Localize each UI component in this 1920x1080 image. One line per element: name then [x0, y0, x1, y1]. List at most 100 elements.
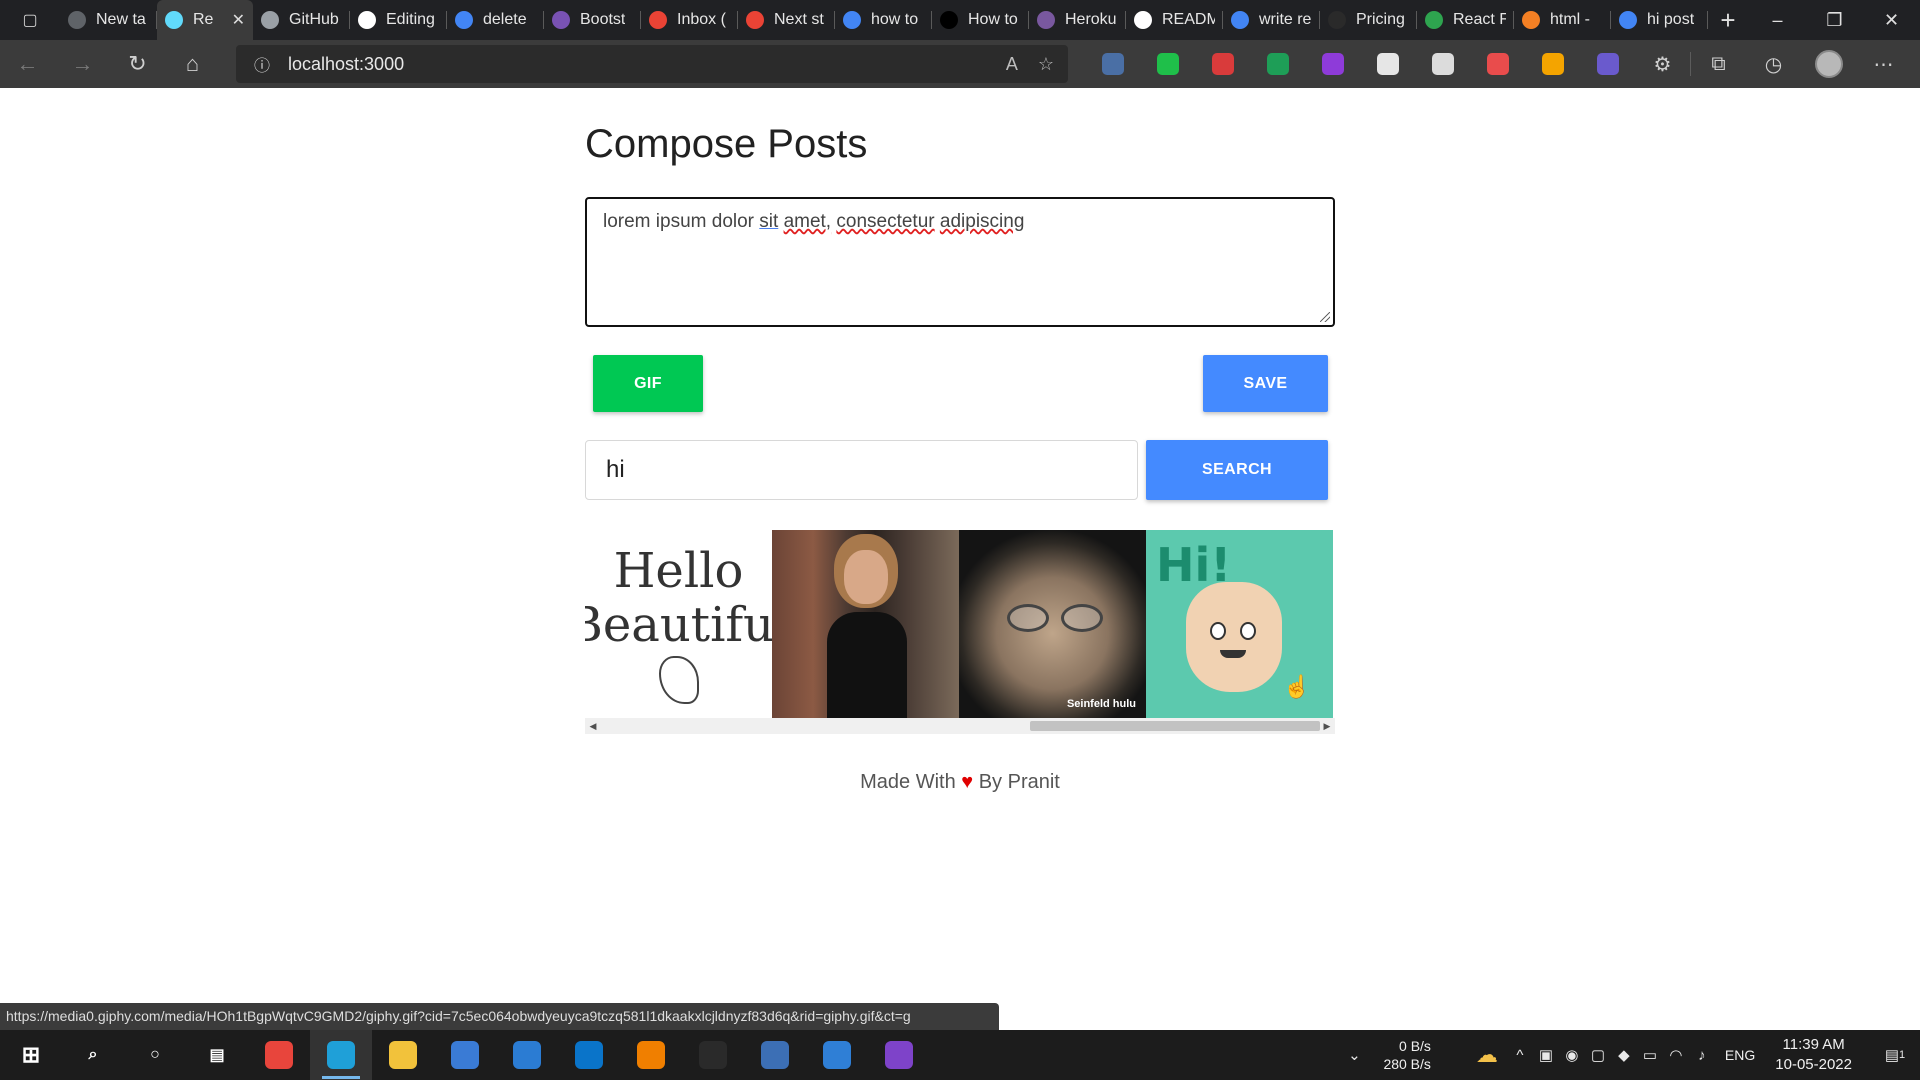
extensions-puzzle-icon[interactable]: ⚙ [1635, 40, 1690, 88]
minimize-icon[interactable]: – [1749, 0, 1806, 40]
color-tray-icon[interactable]: ◆ [1611, 1046, 1637, 1064]
home-icon[interactable]: ⌂ [165, 40, 220, 88]
profile-avatar[interactable] [1801, 40, 1856, 88]
browser-tab[interactable]: Editing [350, 0, 447, 40]
gif-button[interactable]: GIF [593, 355, 703, 412]
settings-menu-icon[interactable]: ⋯ [1856, 40, 1911, 88]
browser-tab[interactable]: React F [1417, 0, 1514, 40]
gif-result-man-glasses[interactable]: Seinfeld hulu [959, 530, 1146, 718]
address-url[interactable]: localhost:3000 [288, 54, 404, 75]
color-wheel-extension-icon[interactable] [1470, 40, 1525, 88]
post-text-segment: adipiscing [939, 211, 1025, 232]
scroll-right-icon[interactable]: ▶ [1319, 718, 1335, 734]
language-indicator[interactable]: ENG [1725, 1047, 1755, 1063]
site-info-icon[interactable]: ⓘ [236, 52, 288, 76]
show-hidden-icons-icon[interactable]: ^ [1507, 1047, 1533, 1064]
clock[interactable]: 11:39 AM 10-05-2022 [1775, 1035, 1852, 1075]
add-favorite-icon[interactable]: ☆ [1038, 54, 1054, 75]
powershell-taskbar-icon[interactable] [744, 1030, 806, 1080]
close-tab-icon[interactable]: ✕ [226, 10, 245, 30]
clock-extension-icon[interactable] [1360, 40, 1415, 88]
new-tab-button[interactable]: + [1708, 0, 1748, 40]
browser-tab[interactable]: New ta [60, 0, 157, 40]
search-button[interactable]: SEARCH [1146, 440, 1328, 500]
browser-tab[interactable]: How to [932, 0, 1029, 40]
back-arrow-icon[interactable]: ← [0, 40, 55, 88]
volume-icon[interactable]: ♪ [1689, 1047, 1715, 1064]
bootstrap-icon [552, 11, 570, 29]
search-icon[interactable]: ⌕ [62, 1030, 124, 1080]
window-controls: – ❐ ✕ [1749, 0, 1920, 40]
browser-tab[interactable]: Re ✕ [157, 0, 253, 40]
vscode-taskbar-icon[interactable] [558, 1030, 620, 1080]
tab-actions-icon[interactable]: ▢ [0, 0, 60, 40]
browser-tab[interactable]: GitHub [253, 0, 350, 40]
wifi-icon[interactable]: ◠ [1663, 1046, 1689, 1064]
post-text-segment: sit [759, 211, 779, 232]
rs-extension-icon[interactable] [1415, 40, 1470, 88]
terminal-taskbar-icon[interactable] [682, 1030, 744, 1080]
browser-tab[interactable]: hi post [1611, 0, 1708, 40]
tab-label: READM [1162, 11, 1215, 28]
close-window-icon[interactable]: ✕ [1863, 0, 1920, 40]
document-icon [261, 11, 279, 29]
task-view-icon[interactable]: ▤ [186, 1030, 248, 1080]
browser-tab[interactable]: READM [1126, 0, 1223, 40]
gif-search-input[interactable]: hi [585, 440, 1138, 500]
gif-horizontal-scrollbar[interactable]: ◀ ▶ [585, 718, 1335, 734]
read-aloud-icon[interactable]: A [1006, 54, 1018, 75]
store-taskbar-icon[interactable] [434, 1030, 496, 1080]
browser-tab[interactable]: Bootst [544, 0, 641, 40]
browser-tab[interactable]: Heroku [1029, 0, 1126, 40]
purple-circle-extension-icon[interactable] [1305, 40, 1360, 88]
refresh-icon[interactable]: ↻ [110, 40, 165, 88]
browser-tab[interactable]: how to [835, 0, 932, 40]
ring-extension-icon[interactable] [1580, 40, 1635, 88]
history-icon[interactable]: ◷ [1746, 40, 1801, 88]
tab-label: React F [1453, 11, 1506, 28]
chevron-down-icon[interactable]: ⌄ [1341, 1046, 1367, 1064]
mail-taskbar-icon[interactable] [496, 1030, 558, 1080]
gif-results[interactable]: Hello Beautiful Seinfeld hulu Hi! [585, 530, 1335, 718]
browser-tab[interactable]: Inbox ( [641, 0, 738, 40]
firefox-taskbar-icon[interactable] [806, 1030, 868, 1080]
browser-tab[interactable]: Next st [738, 0, 835, 40]
browser-tab[interactable]: html - [1514, 0, 1611, 40]
orange-circle-extension-icon[interactable] [1525, 40, 1580, 88]
chrome-tray-icon[interactable]: ◉ [1559, 1046, 1585, 1064]
scroll-left-icon[interactable]: ◀ [585, 718, 601, 734]
save-button[interactable]: SAVE [1203, 355, 1328, 412]
github-desktop-taskbar-icon[interactable] [868, 1030, 930, 1080]
resize-grip-icon[interactable] [1320, 312, 1330, 322]
flag-extension-icon[interactable] [1250, 40, 1305, 88]
notification-center-icon[interactable]: ▤ 1 [1870, 1046, 1920, 1064]
puzzle-red-extension-icon[interactable] [1195, 40, 1250, 88]
gif-result-hello-beautiful[interactable]: Hello Beautiful [585, 530, 772, 718]
browser-tab[interactable]: write re [1223, 0, 1320, 40]
google-icon [1231, 11, 1249, 29]
forward-arrow-icon[interactable]: → [55, 40, 110, 88]
battery-icon[interactable]: ▭ [1637, 1046, 1663, 1064]
scrollbar-thumb[interactable] [1030, 721, 1320, 731]
collections-icon[interactable]: ⧉ [1691, 40, 1746, 88]
cortana-icon[interactable]: ○ [124, 1030, 186, 1080]
browser-toolbar: ← → ↻ ⌂ ⓘ localhost:3000 A ☆ ⚙ ⧉ ◷ ⋯ [0, 40, 1920, 88]
file-explorer-taskbar-icon[interactable] [372, 1030, 434, 1080]
start-button[interactable]: ⊞ [0, 1030, 62, 1080]
weather-icon[interactable]: ☁ [1467, 1042, 1507, 1068]
bookmark-star-extension-icon[interactable] [1085, 40, 1140, 88]
browser-tab[interactable]: delete [447, 0, 544, 40]
chrome-taskbar-icon[interactable] [248, 1030, 310, 1080]
system-tray: ⌄ 0 B/s 280 B/s ☁ ^ ▣ ◉ ▢ ◆ ▭ ◠ ♪ ENG 11… [1341, 1030, 1920, 1080]
meet-now-icon[interactable]: ▢ [1585, 1046, 1611, 1064]
browser-tab[interactable]: Pricing [1320, 0, 1417, 40]
shield-extension-icon[interactable] [1140, 40, 1195, 88]
tray-app-icon[interactable]: ▣ [1533, 1046, 1559, 1064]
search-app-taskbar-icon[interactable] [620, 1030, 682, 1080]
post-textarea[interactable]: lorem ipsum dolor sit amet, consectetur … [585, 197, 1335, 327]
gif-result-woman-waving[interactable] [772, 530, 959, 718]
address-bar[interactable]: ⓘ localhost:3000 A ☆ [236, 45, 1068, 83]
edge-taskbar-icon[interactable] [310, 1030, 372, 1080]
restore-icon[interactable]: ❐ [1806, 0, 1863, 40]
doodle-figure [658, 656, 699, 704]
